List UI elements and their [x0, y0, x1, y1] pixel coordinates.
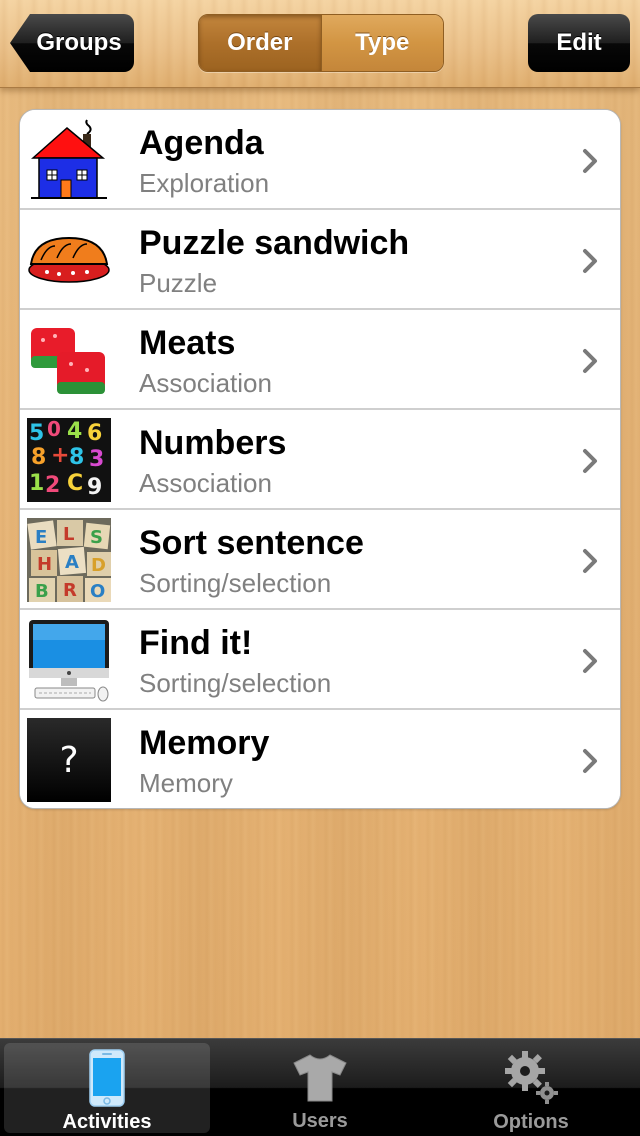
- numbers-icon: 5 0 4 6 8 + 8 3 1 2 C 9: [27, 418, 111, 502]
- segment-order-label: Order: [227, 29, 293, 56]
- chevron-right-icon: [583, 449, 597, 473]
- chevron-right-icon: [583, 749, 597, 773]
- tab-options[interactable]: Options: [428, 1043, 634, 1133]
- svg-text:B: B: [35, 581, 49, 602]
- activity-subtitle: Exploration: [139, 168, 270, 198]
- tab-bar: Activities Users Options: [0, 1038, 640, 1136]
- activity-subtitle: Memory: [139, 768, 233, 798]
- activity-title: Numbers: [139, 424, 287, 462]
- activity-subtitle: Association: [139, 368, 272, 398]
- activity-row-meats[interactable]: Meats Association: [20, 310, 620, 410]
- chevron-right-icon: [583, 549, 597, 573]
- gears-icon: [501, 1049, 561, 1107]
- phone-icon: [77, 1049, 137, 1107]
- svg-text:D: D: [91, 555, 106, 576]
- house-icon: [27, 118, 111, 202]
- chevron-right-icon: [583, 249, 597, 273]
- svg-text:8: 8: [69, 445, 84, 470]
- activity-row-memory[interactable]: ? Memory Memory: [20, 710, 620, 808]
- chevron-right-icon: [583, 149, 597, 173]
- tshirt-icon: [290, 1049, 350, 1106]
- activity-title: Memory: [139, 724, 270, 762]
- groups-back-button[interactable]: Groups: [10, 14, 134, 72]
- activity-row-find-it[interactable]: Find it! Sorting/selection: [20, 610, 620, 710]
- svg-text:C: C: [67, 471, 83, 496]
- activity-row-agenda[interactable]: Agenda Exploration: [20, 110, 620, 210]
- svg-text:A: A: [65, 552, 79, 573]
- navigation-bar: Groups Order Type Edit: [0, 0, 640, 88]
- order-type-segmented-control: Order Type: [198, 14, 444, 72]
- chevron-right-icon: [583, 349, 597, 373]
- candy-icon: [27, 318, 111, 402]
- tab-users[interactable]: Users: [217, 1043, 423, 1133]
- svg-text:H: H: [37, 554, 52, 575]
- edit-label: Edit: [556, 29, 602, 56]
- svg-text:5: 5: [29, 421, 44, 446]
- edit-button[interactable]: Edit: [528, 14, 630, 72]
- svg-text:4: 4: [67, 419, 82, 444]
- activity-title: Meats: [139, 324, 236, 362]
- svg-text:6: 6: [87, 421, 102, 446]
- segment-order[interactable]: Order: [199, 15, 321, 71]
- svg-text:0: 0: [47, 418, 61, 441]
- tab-users-label: Users: [292, 1110, 348, 1132]
- activity-subtitle: Sorting/selection: [139, 668, 332, 698]
- svg-text:2: 2: [45, 473, 60, 498]
- svg-text:9: 9: [87, 475, 102, 500]
- activity-subtitle: Puzzle: [139, 268, 218, 298]
- activity-title: Agenda: [139, 124, 264, 162]
- question-mark-text: ?: [59, 739, 79, 781]
- svg-text:+: +: [51, 443, 69, 468]
- svg-text:3: 3: [89, 447, 104, 472]
- svg-text:O: O: [90, 581, 105, 602]
- activity-title: Find it!: [139, 624, 253, 662]
- activity-row-puzzle-sandwich[interactable]: Puzzle sandwich Puzzle: [20, 210, 620, 310]
- sandwich-icon: [27, 218, 111, 302]
- question-mark-icon: ?: [27, 718, 111, 802]
- activity-row-numbers[interactable]: 5 0 4 6 8 + 8 3 1 2 C 9 Numbers Associat…: [20, 410, 620, 510]
- tab-activities-label: Activities: [62, 1111, 152, 1133]
- svg-text:S: S: [90, 527, 103, 548]
- svg-text:L: L: [63, 524, 74, 545]
- activity-title: Puzzle sandwich: [139, 224, 410, 262]
- svg-text:R: R: [63, 580, 77, 601]
- activity-subtitle: Sorting/selection: [139, 568, 332, 598]
- activity-subtitle: Association: [139, 468, 272, 498]
- svg-text:8: 8: [31, 445, 46, 470]
- tab-options-label: Options: [493, 1111, 569, 1133]
- groups-back-label: Groups: [36, 29, 122, 56]
- segment-type[interactable]: Type: [320, 15, 443, 71]
- letter-blocks-icon: E L S H A D B R O: [27, 518, 111, 602]
- chevron-right-icon: [583, 649, 597, 673]
- tab-activities[interactable]: Activities: [4, 1043, 210, 1133]
- computer-icon: [27, 618, 111, 702]
- activity-title: Sort sentence: [139, 524, 364, 562]
- activity-row-sort-sentence[interactable]: E L S H A D B R O Sort sentence Sorting/…: [20, 510, 620, 610]
- segment-type-label: Type: [355, 29, 410, 56]
- svg-text:E: E: [35, 527, 47, 548]
- activities-table: Agenda Exploration Puzzle sandwich Puzzl…: [19, 109, 621, 809]
- svg-text:1: 1: [29, 471, 44, 496]
